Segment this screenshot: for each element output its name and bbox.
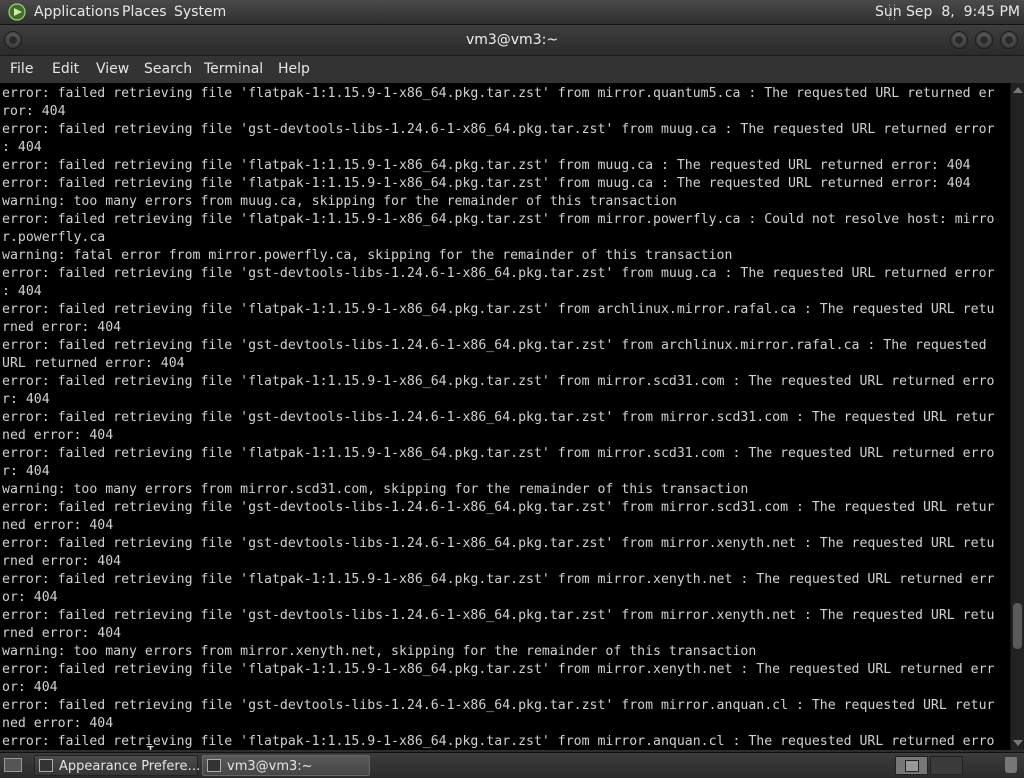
terminal-scrollbar[interactable]: [1010, 83, 1024, 750]
terminal-line: : 404: [2, 284, 42, 299]
terminal-line: rned error: 404: [2, 554, 122, 569]
scroll-up-arrow-icon[interactable]: [1013, 87, 1023, 93]
window-title: vm3@vm3:~: [465, 32, 559, 48]
scroll-down-arrow-icon[interactable]: [1013, 740, 1023, 746]
terminal-output[interactable]: error: failed retrieving file 'flatpak-1…: [0, 83, 1010, 750]
menu-view[interactable]: View: [96, 61, 129, 77]
terminal-line: URL returned error: 404: [2, 356, 185, 371]
menu-help[interactable]: Help: [278, 61, 310, 77]
terminal-line: : 404: [2, 140, 42, 155]
terminal-line: r: 404: [2, 392, 50, 407]
terminal-line: error: failed retrieving file 'gst-devto…: [2, 338, 987, 353]
terminal-line: error: failed retrieving file 'gst-devto…: [2, 500, 995, 515]
terminal-line: or: 404: [2, 680, 58, 695]
terminal-line: ned error: 404: [2, 518, 114, 533]
terminal-line: error: failed retrieving file 'gst-devto…: [2, 536, 995, 551]
menubar: File Edit View Search Terminal Help: [0, 56, 1024, 83]
terminal-line: warning: too many errors from mirror.xen…: [2, 644, 757, 659]
terminal-line: error: failed retrieving file 'gst-devto…: [2, 608, 995, 623]
taskbar-item-appearance[interactable]: Appearance Prefere…: [34, 755, 201, 776]
terminal-line: error: failed retrieving file 'gst-devto…: [2, 410, 995, 425]
taskbar-item-terminal[interactable]: vm3@vm3:~: [202, 755, 370, 776]
task-label: Appearance Prefere…: [59, 759, 201, 774]
terminal-line: rned error: 404: [2, 320, 122, 335]
terminal-line: warning: fatal error from mirror.powerfl…: [2, 248, 733, 263]
window-titlebar[interactable]: vm3@vm3:~: [0, 25, 1024, 56]
minimize-button[interactable]: [950, 31, 968, 49]
appearance-icon: [39, 759, 53, 772]
terminal-lines: error: failed retrieving file 'flatpak-1…: [2, 85, 1006, 750]
terminal-line: error: failed retrieving file 'flatpak-1…: [2, 662, 995, 677]
applications-menu[interactable]: Applications: [34, 4, 120, 20]
terminal-line: error: failed retrieving file 'gst-devto…: [2, 122, 995, 137]
terminal-icon: [207, 759, 221, 772]
menu-terminal[interactable]: Terminal: [204, 61, 263, 77]
terminal-line: error: failed retrieving file 'flatpak-1…: [2, 86, 995, 101]
maximize-button[interactable]: [975, 31, 993, 49]
terminal-line: error: failed retrieving file 'gst-devto…: [2, 698, 995, 713]
terminal-line: error: failed retrieving file 'flatpak-1…: [2, 176, 971, 191]
terminal-line: warning: too many errors from muug.ca, s…: [2, 194, 677, 209]
show-desktop-icon[interactable]: [4, 758, 22, 772]
terminal-line: ned error: 404: [2, 716, 114, 731]
terminal-line: error: failed retrieving file 'flatpak-1…: [2, 446, 995, 461]
terminal-line: error: failed retrieving file 'flatpak-1…: [2, 302, 995, 317]
terminal-line: r: 404: [2, 464, 50, 479]
terminal-line: error: failed retrieving file 'gst-devto…: [2, 266, 995, 281]
scrollbar-thumb[interactable]: [1013, 603, 1022, 649]
terminal-line: error: failed retrieving file 'flatpak-1…: [2, 212, 995, 227]
terminal-line: error: failed retrieving file 'flatpak-1…: [2, 374, 995, 389]
clock[interactable]: Sun Sep 8, 9:45 PM: [875, 4, 1020, 20]
menu-edit[interactable]: Edit: [52, 61, 79, 77]
gnome-foot-icon[interactable]: [8, 3, 26, 21]
terminal-line: error: failed retrieving file 'flatpak-1…: [2, 572, 995, 587]
terminal-line: ned error: 404: [2, 428, 114, 443]
terminal-line: rned error: 404: [2, 626, 122, 641]
terminal-line: ror: 404: [2, 104, 66, 119]
places-menu[interactable]: Places: [122, 4, 167, 20]
top-panel: Applications Places System Sun Sep 8, 9:…: [0, 0, 1024, 25]
menu-file[interactable]: File: [10, 61, 33, 77]
mouse-text-cursor-icon: I: [146, 743, 155, 750]
terminal-line: or: 404: [2, 590, 58, 605]
task-label: vm3@vm3:~: [227, 759, 313, 774]
workspace-switcher-2[interactable]: [930, 756, 963, 775]
terminal-line: error: failed retrieving file 'flatpak-1…: [2, 158, 971, 173]
terminal-line: r.powerfly.ca: [2, 230, 106, 245]
workspace-switcher-1[interactable]: [895, 756, 928, 775]
close-button[interactable]: [1000, 31, 1018, 49]
system-menu[interactable]: System: [174, 4, 226, 20]
menu-search[interactable]: Search: [144, 61, 192, 77]
terminal-window: vm3@vm3:~ File Edit View Search Terminal…: [0, 25, 1024, 752]
terminal-line: warning: too many errors from mirror.scd…: [2, 482, 749, 497]
bottom-panel: Appearance Prefere… vm3@vm3:~: [0, 752, 1024, 778]
trash-icon[interactable]: [1005, 757, 1017, 773]
